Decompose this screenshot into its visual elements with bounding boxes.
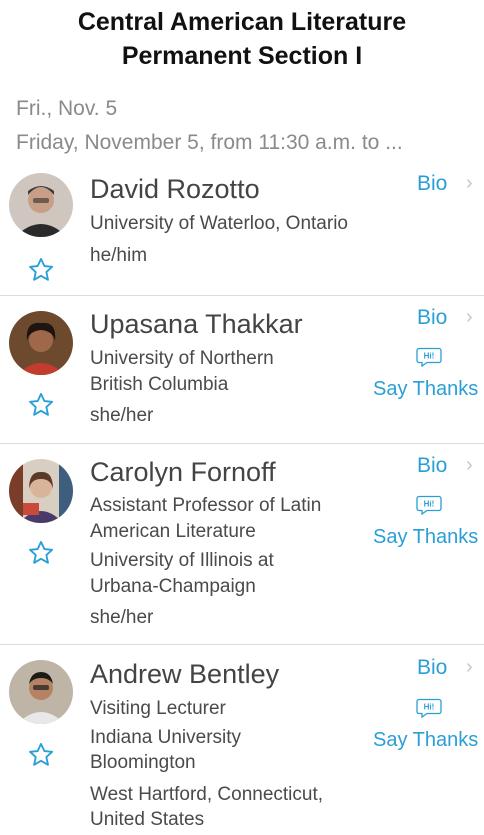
speaker-pronouns: she/her xyxy=(90,607,154,628)
divider xyxy=(0,443,484,444)
speaker-name[interactable]: David Rozotto xyxy=(90,174,260,205)
speaker-affiliation: Urbana-Champaign xyxy=(90,576,256,597)
chevron-right-icon: › xyxy=(466,656,473,678)
session-time: Friday, November 5, from 11:30 a.m. to .… xyxy=(16,131,403,154)
divider xyxy=(0,644,484,645)
favorite-star-icon[interactable] xyxy=(27,539,55,567)
speaker-title: Assistant Professor of Latin xyxy=(90,495,322,516)
speaker-affiliation: Indiana University xyxy=(90,727,242,748)
chevron-right-icon: › xyxy=(466,306,473,328)
bio-link[interactable]: Bio xyxy=(417,656,447,680)
speaker-pronouns: she/her xyxy=(90,405,154,426)
avatar xyxy=(9,173,73,237)
hi-speech-bubble-icon[interactable]: Hi! xyxy=(416,495,442,516)
favorite-star-icon[interactable] xyxy=(27,391,55,419)
svg-text:Hi!: Hi! xyxy=(424,500,435,509)
hi-speech-bubble-icon[interactable]: Hi! xyxy=(416,698,442,719)
favorite-star-icon[interactable] xyxy=(27,741,55,769)
session-date: Fri., Nov. 5 xyxy=(16,97,118,120)
session-title: Central American Literature Permanent Se… xyxy=(0,0,484,73)
avatar xyxy=(9,311,73,375)
say-thanks-button[interactable]: Say Thanks xyxy=(373,729,478,752)
speaker-location: West Hartford, Connecticut, xyxy=(90,784,324,805)
chevron-right-icon: › xyxy=(466,172,473,194)
bio-link[interactable]: Bio xyxy=(417,172,447,196)
speaker-title: American Literature xyxy=(90,521,256,542)
speaker-title: Visiting Lecturer xyxy=(90,698,226,719)
bio-link[interactable]: Bio xyxy=(417,454,447,478)
svg-text:Hi!: Hi! xyxy=(424,703,435,712)
favorite-star-icon[interactable] xyxy=(27,256,55,284)
speaker-name[interactable]: Carolyn Fornoff xyxy=(90,457,276,488)
say-thanks-button[interactable]: Say Thanks xyxy=(373,378,478,401)
speaker-affiliation: British Columbia xyxy=(90,374,229,395)
speaker-affiliation: University of Northern xyxy=(90,348,274,369)
say-thanks-button[interactable]: Say Thanks xyxy=(373,526,478,549)
avatar xyxy=(9,660,73,724)
speaker-affiliation: Bloomington xyxy=(90,752,196,773)
divider xyxy=(0,295,484,296)
speaker-affiliation: University of Waterloo, Ontario xyxy=(90,213,348,234)
svg-text:Hi!: Hi! xyxy=(424,352,435,361)
bio-link[interactable]: Bio xyxy=(417,306,447,330)
hi-speech-bubble-icon[interactable]: Hi! xyxy=(416,347,442,368)
speaker-name[interactable]: Andrew Bentley xyxy=(90,659,279,690)
chevron-right-icon: › xyxy=(466,454,473,476)
speaker-affiliation: University of Illinois at xyxy=(90,550,274,571)
speaker-pronouns: he/him xyxy=(90,245,148,266)
avatar xyxy=(9,459,73,523)
speaker-name[interactable]: Upasana Thakkar xyxy=(90,309,303,340)
session-title-line1: Central American Literature xyxy=(77,8,407,36)
session-title-line2: Permanent Section I xyxy=(121,42,363,70)
speaker-location: United States xyxy=(90,809,205,830)
